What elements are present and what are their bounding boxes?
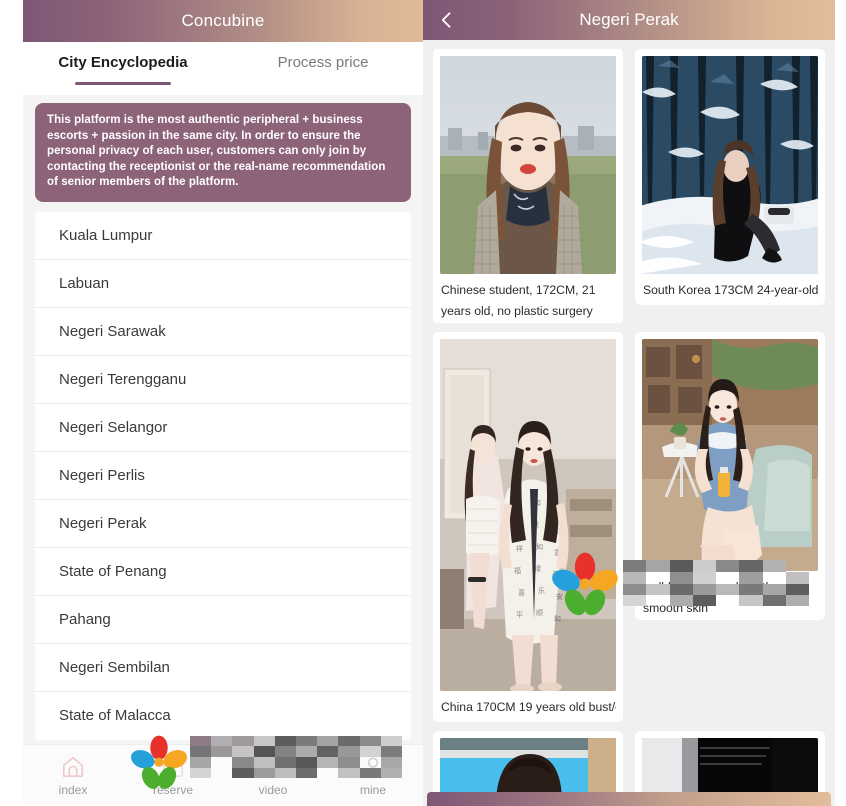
svg-text:祥: 祥 xyxy=(516,544,523,553)
back-chevron-icon[interactable] xyxy=(437,10,457,30)
notice-container: This platform is the most authentic peri… xyxy=(23,95,423,212)
profile-photo xyxy=(440,56,616,274)
app-root: Concubine City Encyclopedia Process pric… xyxy=(0,0,846,806)
city-list-item[interactable]: Negeri Perak xyxy=(35,499,411,548)
home-icon xyxy=(60,754,86,780)
svg-text:乐: 乐 xyxy=(538,586,545,595)
right-panel: Negeri Perak Chinese student, 172CM, 21 … xyxy=(423,0,846,806)
nav-label: mine xyxy=(359,783,386,797)
city-list-item[interactable]: Negeri Sarawak xyxy=(35,307,411,356)
left-panel: Concubine City Encyclopedia Process pric… xyxy=(0,0,423,806)
city-list-item[interactable]: Negeri Terengganu xyxy=(35,355,411,404)
city-list-item[interactable]: Labuan xyxy=(35,259,411,308)
left-panel-content: Concubine City Encyclopedia Process pric… xyxy=(23,0,423,806)
video-icon xyxy=(260,754,286,780)
profile-caption: Chinese student, 172CM, 21 years old, no… xyxy=(441,283,596,318)
page-title: Concubine xyxy=(181,11,265,30)
nav-item-index[interactable]: index xyxy=(23,754,123,797)
tab-label: City Encyclopedia xyxy=(58,54,188,71)
profile-card-box: well-behaved and gentle milk smooth skin xyxy=(635,332,825,620)
profile-card-box: Chinese student, 172CM, 21 years old, no… xyxy=(433,49,623,323)
city-label: Negeri Sembilan xyxy=(59,658,170,676)
nav-label: video xyxy=(258,783,288,797)
city-label: Negeri Perlis xyxy=(59,466,145,484)
left-header-bar: Concubine xyxy=(23,0,423,42)
city-list-item[interactable]: Pahang xyxy=(35,595,411,644)
right-page-title: Negeri Perak xyxy=(579,10,679,29)
profile-card[interactable]: 永和心 安康吉 祥如意 福禄寿 喜乐安 平顺和 xyxy=(427,329,629,728)
profile-card[interactable]: South Korea 173CM 24-year-old xyxy=(629,46,831,329)
nav-label: reserve xyxy=(152,783,193,797)
profile-card-grid: Chinese student, 172CM, 21 years old, no… xyxy=(423,40,835,806)
profile-photo xyxy=(642,56,818,274)
city-list-item[interactable]: Kuala Lumpur xyxy=(35,211,411,260)
city-label: Negeri Terengganu xyxy=(59,370,187,388)
city-label: Kuala Lumpur xyxy=(59,226,153,244)
city-label: Negeri Selangor xyxy=(59,418,168,436)
city-list: Kuala Lumpur Labuan Negeri Sarawak Neger… xyxy=(35,211,411,740)
profile-photo xyxy=(440,738,616,798)
profile-photo xyxy=(642,339,818,571)
platform-notice: This platform is the most authentic peri… xyxy=(35,103,411,202)
city-label: Labuan xyxy=(59,274,110,292)
profile-card[interactable]: well-behaved and gentle milk smooth skin xyxy=(629,329,831,728)
svg-text:如: 如 xyxy=(536,542,543,551)
city-list-item[interactable]: Negeri Perlis xyxy=(35,451,411,500)
profile-caption: well-behaved and gentle milk smooth skin xyxy=(643,580,801,615)
svg-text:和: 和 xyxy=(554,614,561,623)
svg-text:安: 安 xyxy=(556,592,563,601)
nav-label: index xyxy=(58,783,88,797)
person-icon xyxy=(360,754,386,780)
city-list-item[interactable]: State of Malacca xyxy=(35,691,411,740)
profile-photo: 永和心 安康吉 祥如意 福禄寿 喜乐安 平顺和 xyxy=(440,339,616,691)
city-label: Negeri Perak xyxy=(59,514,147,532)
bottom-gradient-strip xyxy=(427,792,831,806)
right-header-bar: Negeri Perak xyxy=(423,0,835,40)
profile-card-box: South Korea 173CM 24-year-old xyxy=(635,49,825,305)
svg-text:喜: 喜 xyxy=(518,588,525,597)
city-list-item[interactable]: Negeri Sembilan xyxy=(35,643,411,692)
city-list-item[interactable]: State of Penang xyxy=(35,547,411,596)
calendar-icon xyxy=(160,754,186,780)
tab-process-price[interactable]: Process price xyxy=(223,54,423,85)
profile-card-box: 永和心 安康吉 祥如意 福禄寿 喜乐安 平顺和 xyxy=(433,332,623,722)
profile-caption: China 170CM 19 years old bust/c xyxy=(441,700,616,714)
nav-item-video[interactable]: video xyxy=(223,754,323,797)
bottom-navigation-bar: index reserve video mine xyxy=(23,744,423,806)
profile-photo xyxy=(642,738,818,798)
nav-item-mine[interactable]: mine xyxy=(323,754,423,797)
profile-caption: South Korea 173CM 24-year-old xyxy=(643,283,818,297)
svg-text:顺: 顺 xyxy=(536,609,543,617)
city-label: Pahang xyxy=(59,610,111,628)
svg-text:福: 福 xyxy=(514,566,521,575)
svg-text:平: 平 xyxy=(516,611,523,619)
nav-item-reserve[interactable]: reserve xyxy=(123,754,223,797)
svg-text:寿: 寿 xyxy=(552,570,559,579)
right-panel-content: Negeri Perak Chinese student, 172CM, 21 … xyxy=(423,0,835,806)
tab-city-encyclopedia[interactable]: City Encyclopedia xyxy=(23,54,223,85)
profile-card[interactable]: Chinese student, 172CM, 21 years old, no… xyxy=(427,46,629,329)
city-list-item[interactable]: Negeri Selangor xyxy=(35,403,411,452)
city-label: Negeri Sarawak xyxy=(59,322,166,340)
city-label: State of Penang xyxy=(59,562,167,580)
tab-bar: City Encyclopedia Process price xyxy=(23,42,423,95)
tab-label: Process price xyxy=(277,54,369,71)
city-label: State of Malacca xyxy=(59,707,171,724)
